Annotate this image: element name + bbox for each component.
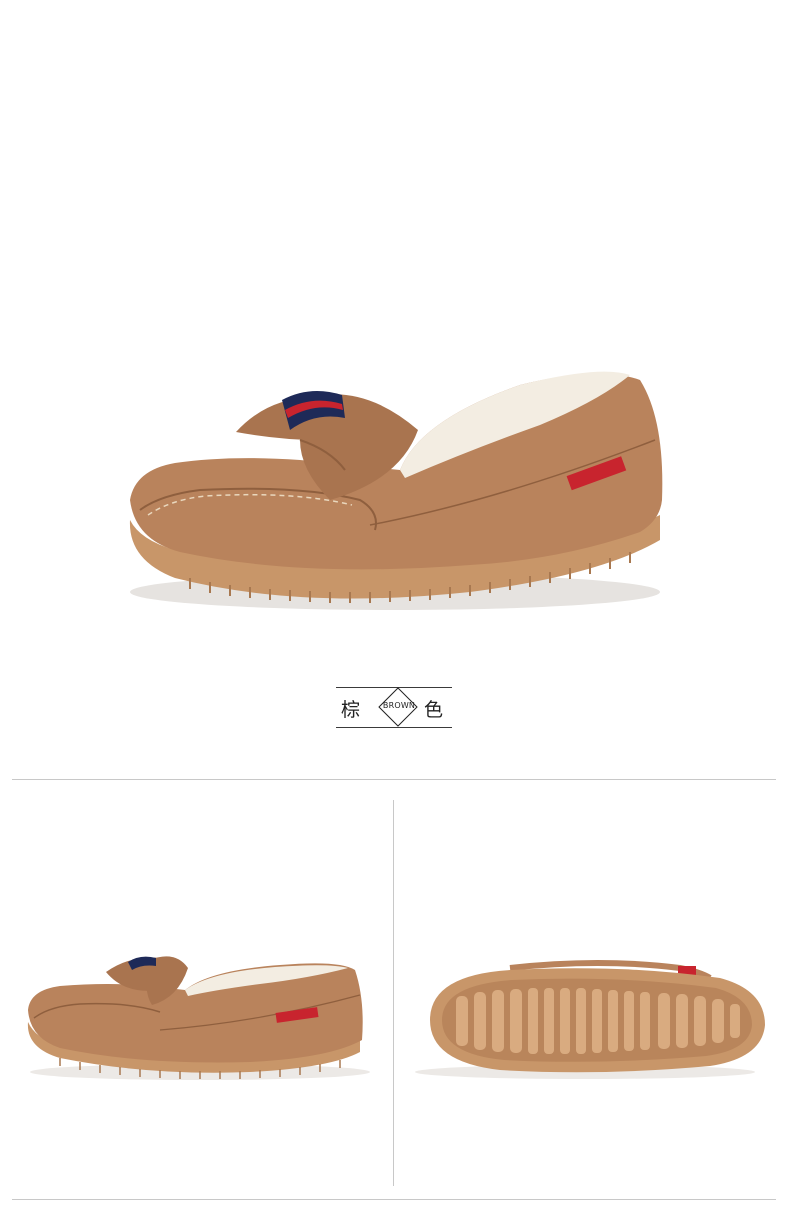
panel-divider [393, 800, 394, 1186]
color-caption: 棕 BROWN 色 [336, 685, 452, 731]
sole-view-shoe-illustration [415, 960, 765, 1079]
section-divider-bottom [12, 1199, 776, 1200]
hero-product-image [0, 0, 790, 770]
caption-left-char: 棕 [341, 699, 361, 721]
hero-shoe-illustration [129, 371, 663, 610]
sole-view-image [400, 800, 780, 1186]
caption-right-char: 色 [424, 699, 444, 721]
color-badge-text: BROWN [382, 701, 416, 710]
section-divider-top [12, 779, 776, 780]
caption-bottom-rule [336, 727, 452, 728]
side-view-shoe-illustration [27, 956, 370, 1080]
side-view-image [10, 800, 390, 1186]
